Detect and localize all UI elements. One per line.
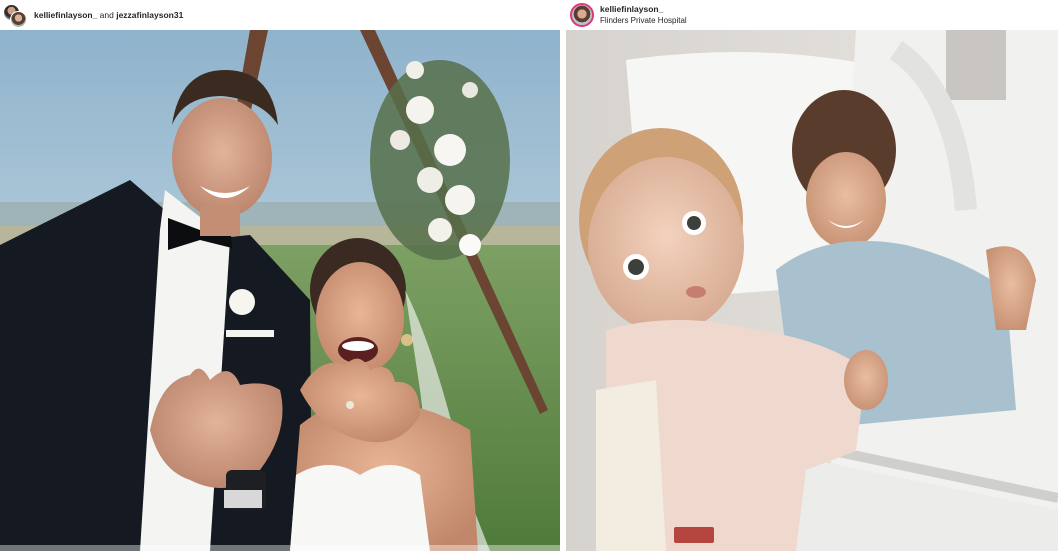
left-post-usernames: kelliefinlayson_ and jezzafinlayson31 — [34, 10, 183, 21]
avatar[interactable] — [10, 11, 27, 28]
username-link[interactable]: jezzafinlayson31 — [116, 10, 183, 20]
hospital-photo-image — [566, 30, 1058, 551]
username-link[interactable]: kelliefinlayson_ — [34, 10, 97, 20]
wedding-photo[interactable] — [0, 30, 560, 551]
left-post-header: kelliefinlayson_ and jezzafinlayson31 — [0, 0, 560, 30]
location-link[interactable]: Flinders Private Hospital — [600, 15, 687, 26]
left-post: kelliefinlayson_ and jezzafinlayson31 — [0, 0, 560, 551]
avatar[interactable] — [570, 3, 594, 27]
user-avatar[interactable] — [568, 2, 596, 28]
wedding-photo-image — [0, 30, 560, 551]
right-post-meta: kelliefinlayson_ Flinders Private Hospit… — [600, 4, 687, 26]
hospital-photo[interactable] — [566, 30, 1058, 551]
right-post-header: kelliefinlayson_ Flinders Private Hospit… — [566, 0, 1058, 30]
collab-connector: and — [97, 9, 117, 20]
collab-avatars[interactable] — [2, 2, 30, 28]
right-post: kelliefinlayson_ Flinders Private Hospit… — [566, 0, 1058, 551]
username-link[interactable]: kelliefinlayson_ — [600, 4, 663, 14]
